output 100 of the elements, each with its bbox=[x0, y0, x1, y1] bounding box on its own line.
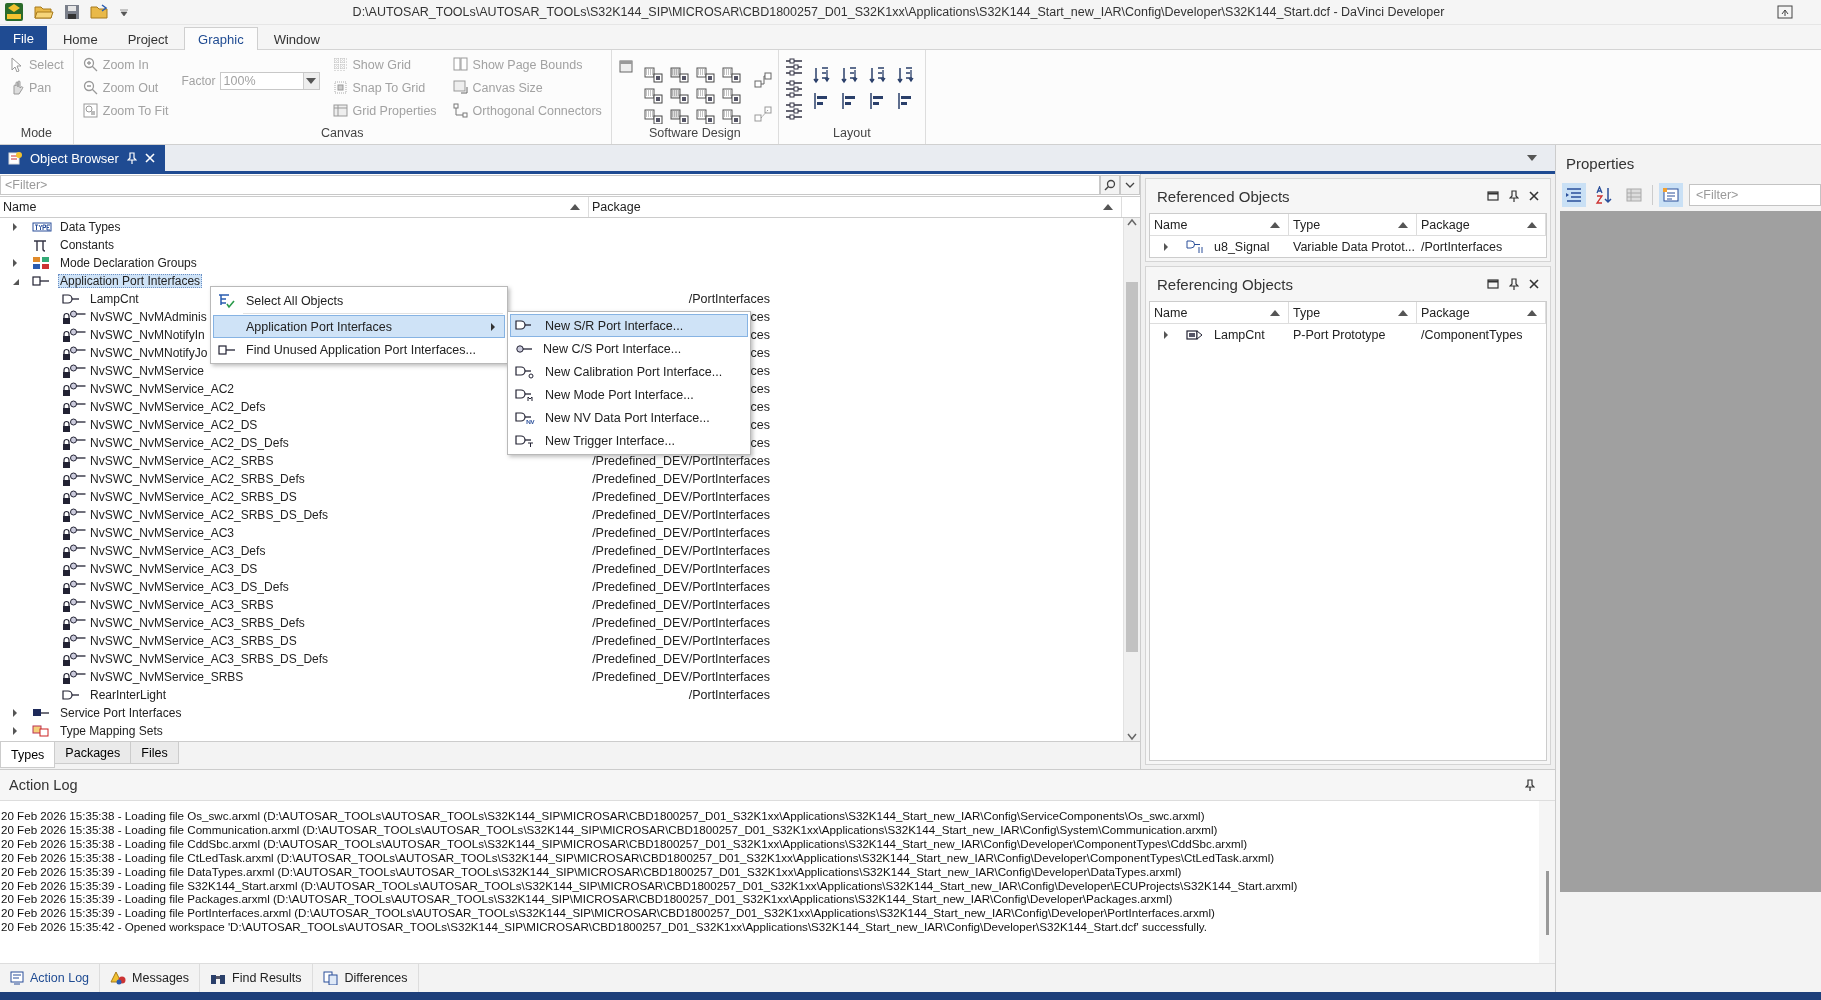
tree-item[interactable]: NvSWC_NvMService_AC3_DS bbox=[88, 562, 260, 576]
column-header[interactable]: Type bbox=[1293, 217, 1321, 232]
expand-arrow-icon[interactable] bbox=[11, 258, 19, 268]
tree-item[interactable]: RearInterLight bbox=[88, 688, 169, 702]
expand-arrow-icon[interactable] bbox=[11, 222, 19, 232]
tree-item[interactable]: NvSWC_NvMService bbox=[88, 364, 206, 378]
component-port-icon bbox=[721, 108, 742, 124]
column-header[interactable]: Name bbox=[1154, 305, 1188, 320]
scrollbar[interactable] bbox=[1539, 801, 1555, 963]
component-port-icon bbox=[643, 108, 664, 124]
menu-item[interactable]: New NV Data Port Interface... bbox=[510, 406, 748, 429]
ribbon-tab[interactable]: Home bbox=[48, 27, 112, 50]
column-header[interactable]: Package bbox=[1421, 217, 1470, 232]
ribbon-tab[interactable]: File bbox=[0, 26, 47, 50]
package-cell: ces bbox=[750, 346, 770, 360]
tree-item[interactable]: NvSWC_NvMService_AC3_Defs bbox=[88, 544, 268, 558]
panel-tab[interactable]: Packages bbox=[54, 742, 132, 764]
tree-item[interactable]: NvSWC_NvMService_AC2_DS_Defs bbox=[88, 436, 291, 450]
locked-interface-icon bbox=[62, 633, 86, 649]
document-tab[interactable]: Object Browser bbox=[0, 145, 165, 171]
tree-item[interactable]: NvSWC_NvMService_AC2 bbox=[88, 382, 237, 396]
tree-item[interactable]: NvSWC_NvMService_AC3_SRBS bbox=[88, 598, 276, 612]
tree-item[interactable]: Mode Declaration Groups bbox=[58, 256, 199, 270]
panel-tab[interactable]: Types bbox=[0, 742, 56, 768]
column-header[interactable]: Name bbox=[1154, 217, 1188, 232]
menu-item[interactable]: New Mode Port Interface... bbox=[510, 383, 748, 406]
tree-item[interactable]: NvSWC_NvMService_AC2_SRBS bbox=[88, 454, 276, 468]
log-line: 20 Feb 2026 15:35:39 - Loading file S32K144_Start.arxml (D:\AUTOSAR_TOOLs\AUTOSAR_TOOLs\S32K144_SIP\MICROSAR\CBD1800257_D01_S32K1xx\Applications\S32K144_Start_new_IAR\Config\Developer\ECUProjects\S32K144_Start.arxml) bbox=[1, 878, 1299, 893]
panel-title: Action Log bbox=[9, 777, 78, 793]
tree-item[interactable]: NvSWC_NvMService_AC3_SRBS_DS bbox=[88, 634, 299, 648]
menu-item[interactable]: New Calibration Port Interface... bbox=[510, 360, 748, 383]
expand-arrow-icon[interactable] bbox=[11, 708, 19, 718]
tree-item[interactable]: NvSWC_NvMService_AC2_DS bbox=[88, 418, 260, 432]
tree-item[interactable]: NvSWC_NvMAdminis bbox=[88, 310, 209, 324]
package-cell: /Predefined_DEV/PortInterfaces bbox=[592, 472, 770, 486]
component-port-icon bbox=[669, 66, 690, 84]
menu-item[interactable]: New Trigger Interface... bbox=[510, 429, 748, 452]
tree-item[interactable]: LampCnt bbox=[88, 292, 141, 306]
ribbon-tab[interactable]: Window bbox=[259, 27, 334, 50]
tree-item[interactable]: Application Port Interfaces bbox=[58, 274, 203, 288]
select-all-icon bbox=[218, 292, 236, 309]
column-header[interactable]: Type bbox=[1293, 305, 1321, 320]
ribbon-group-title: Mode bbox=[19, 125, 53, 142]
package-cell: /Predefined_DEV/PortInterfaces bbox=[592, 454, 770, 468]
pin-icon bbox=[1525, 779, 1535, 791]
tree-item[interactable]: NvSWC_NvMNotifyIn bbox=[88, 328, 207, 342]
expand-arrow-icon[interactable] bbox=[11, 726, 19, 736]
tree-item[interactable]: NvSWC_NvMService_SRBS bbox=[88, 670, 246, 684]
sort-arrow-icon bbox=[1103, 204, 1113, 210]
search-button[interactable] bbox=[1100, 175, 1120, 195]
tree-item[interactable]: NvSWC_NvMService_AC3_SRBS_DS_Defs bbox=[88, 652, 331, 666]
tree-item[interactable]: NvSWC_NvMService_AC2_Defs bbox=[88, 400, 268, 414]
tree-item[interactable]: NvSWC_NvMNotifyJo bbox=[88, 346, 210, 360]
tree-item[interactable]: NvSWC_NvMService_AC2_SRBS_DS bbox=[88, 490, 299, 504]
column-header[interactable]: Package bbox=[592, 200, 641, 214]
expand-arrow-icon[interactable] bbox=[1162, 241, 1170, 252]
panel-tab[interactable]: Files bbox=[130, 742, 179, 764]
ribbon-tab[interactable]: Project bbox=[113, 27, 183, 50]
ribbon-group-title: Software Design bbox=[648, 125, 742, 142]
tree-item[interactable]: Service Port Interfaces bbox=[58, 706, 184, 720]
package-cell: ces bbox=[750, 364, 770, 378]
sort-arrow-icon bbox=[1527, 221, 1537, 228]
expand-arrow-icon[interactable] bbox=[1162, 329, 1170, 340]
filter-field[interactable]: <Filter> bbox=[0, 175, 1100, 195]
table-cell: LampCnt bbox=[1214, 327, 1265, 342]
log-line: 20 Feb 2026 15:35:39 - Loading file PortInterfaces.arxml (D:\AUTOSAR_TOOLs\AUTOSAR_TOOLs\S32K144_SIP\MICROSAR\CBD1800257_D01_S32K1xx\Applications\S32K144_Start_new_IAR\Config\Developer\PortInterfaces.arxml) bbox=[1, 906, 1216, 921]
panel-title: Referencing Objects bbox=[1157, 275, 1293, 293]
sort-arrow-icon bbox=[570, 204, 580, 210]
tree-item[interactable]: NvSWC_NvMService_AC3_SRBS_Defs bbox=[88, 616, 307, 630]
tree-item[interactable]: Constants bbox=[58, 238, 117, 252]
mode-groups-icon bbox=[32, 256, 50, 270]
document-tab-label: Object Browser bbox=[30, 150, 119, 166]
tree-item[interactable]: NvSWC_NvMService_AC3 bbox=[88, 526, 237, 540]
open-folder-icon bbox=[34, 4, 54, 20]
categorized-view-button[interactable] bbox=[1562, 183, 1586, 207]
log-line: 20 Feb 2026 15:35:38 - Loading file Os_swc.arxml (D:\AUTOSAR_TOOLs\AUTOSAR_TOOLs\S32K144_SIP\MICROSAR\CBD1800257_D01_S32K1xx\Applications\S32K144_Start_new_IAR\Config\ServiceComponents\Os_swc.arxml) bbox=[1, 809, 1206, 823]
menu-item[interactable]: New C/S Port Interface... bbox=[510, 337, 748, 360]
close-icon bbox=[144, 153, 155, 163]
package-cell: ces bbox=[750, 310, 770, 324]
filter-field[interactable]: <Filter> bbox=[1689, 184, 1821, 206]
ribbon-tab[interactable]: Graphic bbox=[184, 27, 258, 50]
menu-item[interactable]: New S/R Port Interface... bbox=[510, 314, 748, 337]
menu-item[interactable]: Application Port Interfaces bbox=[213, 315, 505, 338]
tree-item[interactable]: NvSWC_NvMService_AC2_SRBS_Defs bbox=[88, 472, 307, 486]
dropdown-arrow-icon bbox=[306, 78, 317, 84]
locked-interface-icon bbox=[62, 543, 86, 559]
tree-item[interactable]: NvSWC_NvMService_AC2_SRBS_DS_Defs bbox=[88, 508, 331, 522]
log-line: 20 Feb 2026 15:35:39 - Loading file DataTypes.arxml (D:\AUTOSAR_TOOLs\AUTOSAR_TOOLs\S32K144_SIP\MICROSAR\CBD1800257_D01_S32K1xx\Applications\S32K144_Start_new_IAR\Config\Developer\DataTypes.arxml) bbox=[1, 864, 1183, 879]
menu-item[interactable]: Find Unused Application Port Interfaces... bbox=[213, 338, 505, 361]
description-button[interactable] bbox=[1659, 183, 1683, 207]
locked-interface-icon bbox=[62, 471, 86, 487]
column-header[interactable]: Name bbox=[3, 200, 37, 214]
tree-item[interactable]: Data Types bbox=[58, 220, 123, 234]
column-header[interactable]: Package bbox=[1421, 305, 1470, 320]
tree-item[interactable]: NvSWC_NvMService_AC3_DS_Defs bbox=[88, 580, 291, 594]
scrollbar[interactable] bbox=[1123, 218, 1140, 741]
package-cell: /Predefined_DEV/PortInterfaces bbox=[592, 652, 770, 666]
tree-item[interactable]: Type Mapping Sets bbox=[58, 724, 165, 738]
menu-item[interactable]: Select All Objects bbox=[213, 289, 505, 312]
disconnect-ports-icon bbox=[753, 106, 772, 122]
